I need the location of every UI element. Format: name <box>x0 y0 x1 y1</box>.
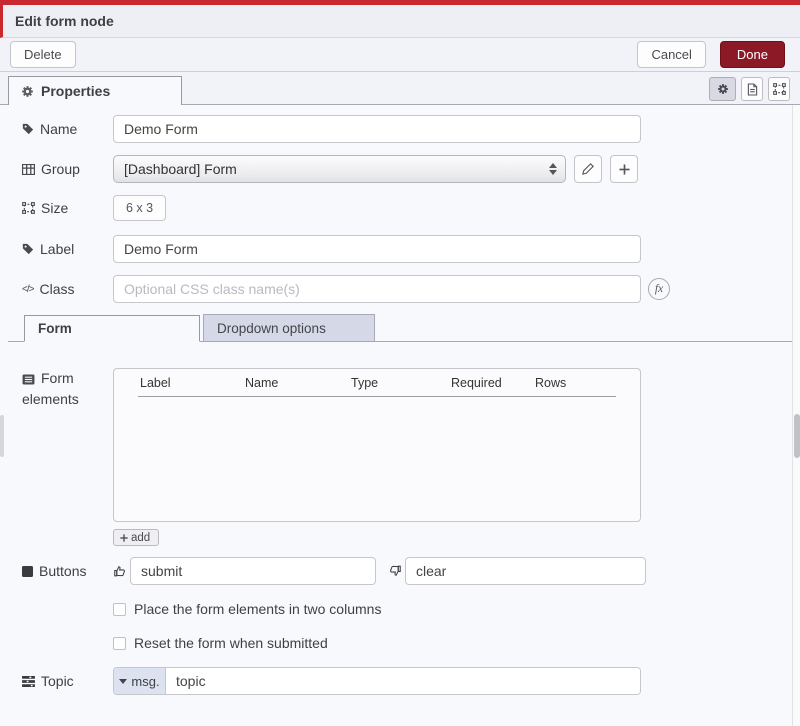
scrollbar-thumb[interactable] <box>794 414 800 458</box>
class-label-text: Class <box>39 281 74 297</box>
group-select-value: [Dashboard] Form <box>124 161 549 177</box>
chevron-down-icon <box>119 679 127 684</box>
tab-properties[interactable]: Properties <box>8 76 182 105</box>
label-label: Label <box>22 241 113 257</box>
tab-form[interactable]: Form <box>24 315 200 342</box>
topic-type-button[interactable]: msg. <box>114 668 166 694</box>
expression-button[interactable]: fx <box>648 278 670 300</box>
size-row: Size 6 x 3 <box>22 195 800 221</box>
label-input[interactable] <box>113 235 641 263</box>
tab-properties-label: Properties <box>41 83 110 99</box>
tab-dropdown-options[interactable]: Dropdown options <box>203 314 375 341</box>
thumbs-down-icon <box>388 564 402 578</box>
tasks-icon <box>22 676 35 687</box>
vertical-scrollbar[interactable] <box>792 105 800 726</box>
gear-icon <box>21 85 34 98</box>
dialog-toolbar: Delete Cancel Done <box>0 38 800 72</box>
buttons-row: Buttons <box>22 557 800 585</box>
description-button[interactable] <box>741 77 763 101</box>
reset-form-checkbox[interactable] <box>113 637 126 650</box>
column-required: Required <box>451 376 535 390</box>
object-group-icon <box>22 202 35 214</box>
list-alt-icon <box>22 374 35 385</box>
class-label: </> Class <box>22 281 113 297</box>
header-divider <box>138 396 616 397</box>
dialog-title: Edit form node <box>15 13 114 29</box>
reset-form-label: Reset the form when submitted <box>134 635 328 651</box>
properties-form: Name Group [Dashboard] Form <box>0 105 800 695</box>
column-name: Name <box>245 376 351 390</box>
topic-typed-input: msg. <box>113 667 641 695</box>
form-elements-section: Form elements Label Name Type Required R… <box>22 368 800 522</box>
two-columns-option: Place the form elements in two columns <box>113 601 800 617</box>
editor-tabbar: Properties <box>0 72 800 105</box>
topic-prefix-label: msg. <box>131 674 159 689</box>
thumbs-up-icon <box>113 564 127 578</box>
clear-button-label-input[interactable] <box>405 557 646 585</box>
left-scrollbar-thumb[interactable] <box>0 415 4 457</box>
square-icon <box>22 566 33 577</box>
name-label: Name <box>22 121 113 137</box>
object-group-icon <box>773 83 786 95</box>
column-rows: Rows <box>535 376 566 390</box>
appearance-button[interactable] <box>768 77 790 101</box>
form-elements-table[interactable]: Label Name Type Required Rows <box>113 368 641 522</box>
add-element-button[interactable]: add <box>113 529 159 546</box>
delete-button[interactable]: Delete <box>10 41 76 68</box>
two-columns-checkbox[interactable] <box>113 603 126 616</box>
dialog-header: Edit form node <box>0 5 800 38</box>
document-icon <box>747 83 758 96</box>
group-select[interactable]: [Dashboard] Form <box>113 155 566 183</box>
group-row: Group [Dashboard] Form <box>22 155 800 183</box>
topic-row: Topic msg. <box>22 667 800 695</box>
name-row: Name <box>22 115 800 143</box>
tag-icon <box>22 243 34 255</box>
class-input[interactable] <box>113 275 641 303</box>
gear-icon <box>717 83 729 95</box>
plus-icon <box>120 534 128 542</box>
name-label-text: Name <box>40 121 77 137</box>
buttons-label-text: Buttons <box>39 563 86 579</box>
label-label-text: Label <box>40 241 74 257</box>
select-arrows-icon <box>549 163 557 175</box>
size-label: Size <box>22 200 113 216</box>
submit-button-label-input[interactable] <box>130 557 376 585</box>
column-type: Type <box>351 376 451 390</box>
tag-icon <box>22 123 34 135</box>
add-group-button[interactable] <box>610 155 638 183</box>
topic-label-text: Topic <box>41 673 74 689</box>
class-row: </> Class fx <box>22 275 800 303</box>
done-button[interactable]: Done <box>720 41 785 68</box>
column-label: Label <box>140 376 245 390</box>
buttons-label: Buttons <box>22 563 113 579</box>
properties-gear-button[interactable] <box>709 77 736 101</box>
editor-tab-icons <box>709 77 790 101</box>
add-element-label: add <box>131 532 150 544</box>
form-elements-header: Label Name Type Required Rows <box>114 369 640 390</box>
group-label: Group <box>22 161 113 177</box>
topic-input[interactable] <box>166 668 640 694</box>
label-row: Label <box>22 235 800 263</box>
topic-label: Topic <box>22 673 113 689</box>
plus-icon <box>619 164 630 175</box>
two-columns-label: Place the form elements in two columns <box>134 601 381 617</box>
code-icon: </> <box>22 284 33 295</box>
pencil-icon <box>582 163 594 175</box>
table-icon <box>22 164 35 175</box>
name-input[interactable] <box>113 115 641 143</box>
cancel-button[interactable]: Cancel <box>637 41 705 68</box>
form-subtabs: Form Dropdown options <box>8 314 792 342</box>
size-label-text: Size <box>41 200 68 216</box>
edit-group-button[interactable] <box>574 155 602 183</box>
group-label-text: Group <box>41 161 80 177</box>
reset-form-option: Reset the form when submitted <box>113 635 800 651</box>
size-button[interactable]: 6 x 3 <box>113 195 166 221</box>
form-elements-label: Form elements <box>22 368 113 522</box>
